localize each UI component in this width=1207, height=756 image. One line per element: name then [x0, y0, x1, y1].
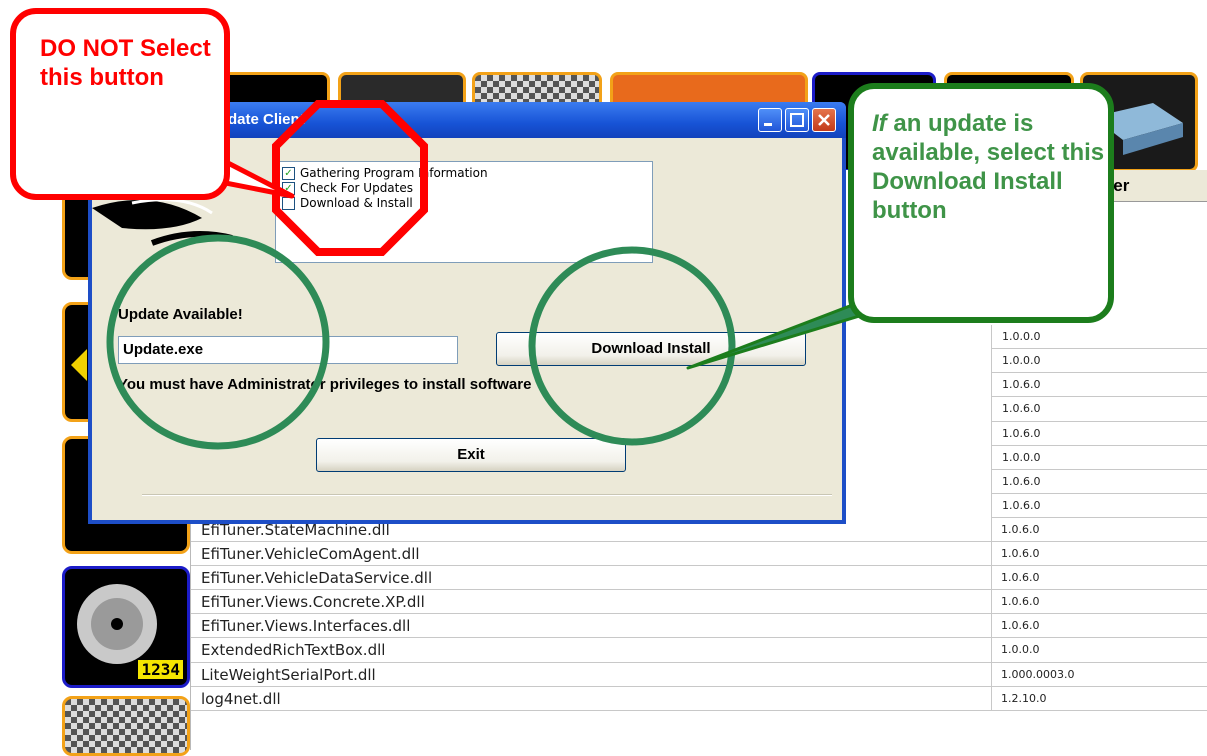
- callout-text: an update is available, select this Down…: [872, 110, 1105, 224]
- stop-octagon: [272, 100, 428, 256]
- highlight-circle-download: [528, 246, 736, 446]
- highlight-circle-field: [106, 234, 330, 450]
- warning-callout: DO NOT Select this button: [10, 8, 230, 200]
- instruction-callout: If an update is available, select this D…: [848, 83, 1114, 323]
- callout-emphasis: If: [872, 110, 887, 137]
